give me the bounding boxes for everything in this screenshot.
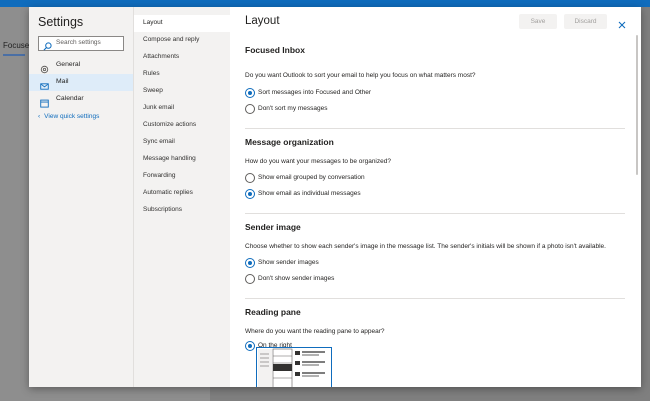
subnav-label: Attachments [143,53,180,60]
subnav-item-compose-and-reply[interactable]: Compose and reply [134,32,230,49]
subnav-item-sweep[interactable]: Sweep [134,83,230,100]
subnav-label: Message handling [143,155,196,162]
subnav-item-sync-email[interactable]: Sync email [134,134,230,151]
radio-label: Don't show sender images [258,275,335,282]
subnav-item-forwarding[interactable]: Forwarding [134,168,230,185]
subnav-label: Sync email [143,138,175,145]
radio-button [245,104,255,114]
discard-button[interactable]: Discard [564,14,607,29]
close-icon[interactable] [618,16,626,34]
subnav-item-customize-actions[interactable]: Customize actions [134,117,230,134]
subnav-label: Automatic replies [143,189,193,196]
subnav-label: Junk email [143,104,175,111]
radio-button-checked [245,88,255,98]
subnav-item-message-handling[interactable]: Message handling [134,151,230,168]
subnav-item-layout[interactable]: Layout [134,15,230,32]
section-heading-reading-pane: Reading pane [245,307,301,317]
focused-tab-underline [3,54,25,56]
subnav-item-automatic-replies[interactable]: Automatic replies [134,185,230,202]
category-mail[interactable]: Mail [29,74,133,91]
category-label: Calendar [56,95,84,102]
section-question: How do you want your messages to be orga… [245,158,391,165]
radio-label: Sort messages into Focused and Other [258,89,372,96]
radio-label: Show email grouped by conversation [258,174,365,181]
radio-button-checked [245,341,255,351]
section-question: Choose whether to show each sender's ima… [245,243,606,250]
radio-button-checked [245,258,255,268]
subnav-label: Customize actions [143,121,197,128]
subnav-item-rules[interactable]: Rules [134,66,230,83]
category-calendar[interactable]: Calendar [29,91,133,108]
section-question: Where do you want the reading pane to ap… [245,328,385,335]
section-divider [245,298,625,299]
calendar-icon [40,95,49,113]
search-placeholder: Search settings [56,39,101,46]
subnav-label: Subscriptions [143,206,183,213]
view-quick-settings-link[interactable]: ‹ View quick settings [38,113,99,120]
subnav-label: Layout [143,19,163,26]
search-settings-input[interactable]: Search settings [38,36,124,51]
view-quick-settings-label: View quick settings [44,113,100,120]
subnav-item-subscriptions[interactable]: Subscriptions [134,202,230,219]
subnav-label: Rules [143,70,160,77]
category-label: Mail [56,78,69,85]
radio-button [245,274,255,284]
settings-categories: Settings Search settings General Mail Ca… [29,7,133,387]
radio-button-checked [245,189,255,199]
subnav-item-junk-email[interactable]: Junk email [134,100,230,117]
settings-content: Focused Inbox Do you want Outlook to sor… [245,35,625,387]
section-heading-sender-image: Sender image [245,222,301,232]
content-scrollbar[interactable] [636,35,638,175]
subnav-item-attachments[interactable]: Attachments [134,49,230,66]
subnav-label: Sweep [143,87,163,94]
radio-label: Don't sort my messages [258,105,328,112]
chevron-left-icon: ‹ [38,113,41,120]
app-top-bar [0,0,650,7]
section-heading-message-organization: Message organization [245,137,334,147]
reading-pane-right-preview[interactable] [256,347,332,387]
category-general[interactable]: General [29,57,133,74]
subnav-label: Forwarding [143,172,176,179]
section-question: Do you want Outlook to sort your email t… [245,72,476,79]
radio-label: Show sender images [258,259,319,266]
save-button[interactable]: Save [519,14,557,29]
pane-title: Layout [245,15,280,27]
section-divider [245,128,625,129]
radio-button [245,173,255,183]
layout-pane: Layout Save Discard Focused Inbox Do you… [230,7,641,387]
radio-label: Show email as individual messages [258,190,361,197]
search-icon [43,38,52,56]
section-heading-focused-inbox: Focused Inbox [245,45,305,55]
settings-title: Settings [38,15,84,29]
settings-dialog: Settings Search settings General Mail Ca… [29,7,641,387]
subnav-label: Compose and reply [143,36,200,43]
mail-subnav: Layout Compose and reply Attachments Rul… [133,7,231,387]
section-divider [245,213,625,214]
category-label: General [56,61,81,68]
